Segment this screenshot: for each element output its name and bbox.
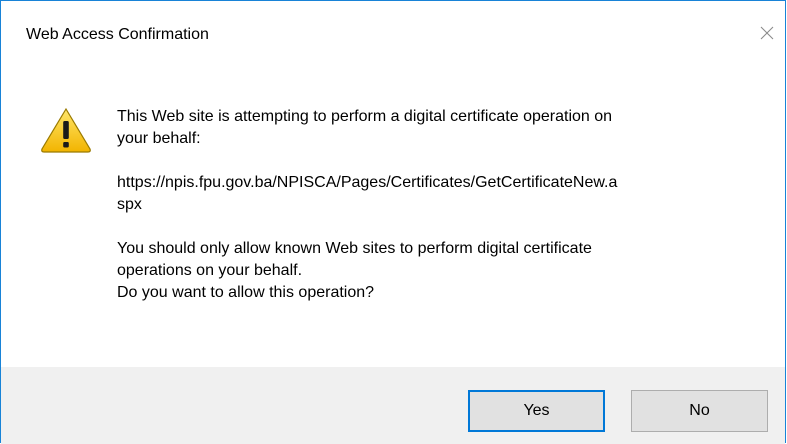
message-line: You should only allow known Web sites to… — [117, 240, 592, 257]
message-line: your behalf: — [117, 130, 201, 147]
yes-button[interactable]: Yes — [468, 390, 605, 432]
button-bar: Yes No — [1, 367, 785, 444]
dialog-body: This Web site is attempting to perform a… — [1, 45, 785, 367]
close-icon[interactable] — [753, 19, 781, 47]
no-button[interactable]: No — [631, 390, 768, 432]
site-url-line: spx — [117, 196, 142, 213]
message-line: This Web site is attempting to perform a… — [117, 108, 613, 125]
title-bar[interactable]: Web Access Confirmation — [1, 1, 785, 45]
site-url-line: https://npis.fpu.gov.ba/NPISCA/Pages/Cer… — [117, 174, 618, 191]
message-text: This Web site is attempting to perform a… — [117, 106, 757, 304]
web-access-confirmation-dialog: Web Access Confirmation This Web site is… — [0, 0, 786, 444]
dialog-title: Web Access Confirmation — [26, 26, 209, 43]
question-line: Do you want to allow this operation? — [117, 284, 375, 301]
warning-icon — [39, 106, 93, 154]
message-line: operations on your behalf. — [117, 262, 303, 279]
